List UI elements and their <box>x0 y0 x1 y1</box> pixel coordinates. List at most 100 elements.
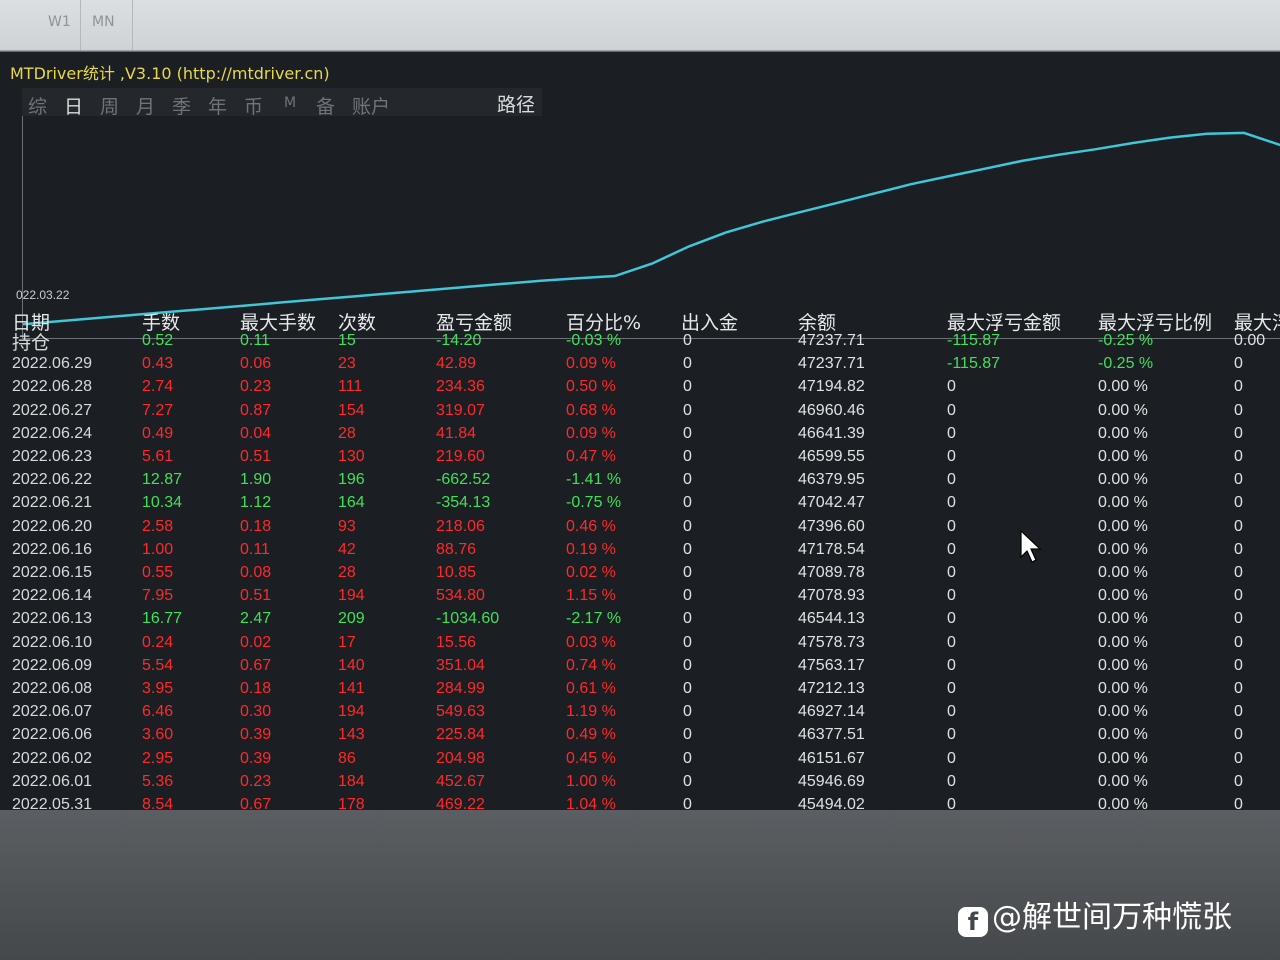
cell-max-dd-pct: 0.00 % <box>1098 796 1148 810</box>
toolbar-divider <box>132 0 133 50</box>
cell-last: 0 <box>1234 471 1243 489</box>
cell-date: 2022.06.13 <box>12 610 93 628</box>
cell-date: 2022.05.31 <box>12 796 93 810</box>
tab-summary[interactable]: 综 <box>28 92 47 119</box>
cell-pnl: -662.52 <box>436 471 491 489</box>
cell-balance: 46377.51 <box>798 726 865 744</box>
cell-max-dd: 0 <box>947 424 956 442</box>
cell-pnl: 15.56 <box>436 633 477 651</box>
cell-pct: 0.45 % <box>566 749 616 767</box>
cell-last: 0 <box>1234 355 1243 373</box>
tab-path[interactable]: 路径 <box>497 90 535 117</box>
cell-io: 0 <box>683 796 692 810</box>
cell-max-lots: 0.08 <box>240 564 272 581</box>
col-max-lots: 最大手数 <box>240 312 317 334</box>
cell-date: 2022.06.09 <box>12 656 93 674</box>
cell-io: 0 <box>683 703 692 721</box>
cell-pnl: -354.13 <box>436 494 491 512</box>
cell-io: 0 <box>683 656 692 674</box>
table-row: 2022.06.06 3.60 0.39 143 225.84 0.49 % 0 46377.… <box>0 726 1280 749</box>
cell-count: 17 <box>338 633 356 651</box>
cell-last: 0 <box>1234 517 1243 535</box>
cell-lots: 5.54 <box>142 656 174 674</box>
cell-count: 143 <box>338 726 365 744</box>
tab-month[interactable]: 月 <box>136 92 155 119</box>
cell-last: 0 <box>1234 796 1243 810</box>
cell-max-dd-pct: 0.00 % <box>1098 517 1148 535</box>
cell-max-dd-pct: 0.00 % <box>1098 564 1148 581</box>
tab-m[interactable]: M <box>284 95 296 111</box>
cell-date: 2022.06.10 <box>12 633 93 651</box>
cell-pnl: 534.80 <box>436 587 485 605</box>
cell-count: 15 <box>338 332 356 349</box>
cell-pnl: 41.84 <box>436 424 477 442</box>
tab-notes[interactable]: 备 <box>316 92 335 119</box>
cell-pct: -2.17 % <box>566 610 622 628</box>
table-row: 2022.06.28 2.74 0.23 111 234.36 0.50 % 0 47194.… <box>0 378 1280 401</box>
tab-quarter[interactable]: 季 <box>172 92 191 119</box>
col-pnl: 盈亏金额 <box>436 312 513 334</box>
cell-pnl: 319.07 <box>436 401 485 419</box>
tab-mn[interactable]: MN <box>92 14 115 30</box>
cell-lots: 0.49 <box>142 424 174 442</box>
cell-max-dd: 0 <box>947 517 956 535</box>
cell-max-dd-pct: -0.25 % <box>1098 355 1154 373</box>
cell-lots: 6.46 <box>142 703 174 721</box>
cell-max-dd: 0 <box>947 772 956 790</box>
col-max-drawdown: 最大浮亏金额 <box>947 312 1062 334</box>
cell-count: 164 <box>338 494 365 512</box>
cell-io: 0 <box>683 587 692 605</box>
cell-max-lots: 0.23 <box>240 378 272 396</box>
cell-max-dd: 0 <box>947 378 956 396</box>
cell-io: 0 <box>683 772 692 790</box>
cell-pnl: 88.76 <box>436 540 477 558</box>
cell-balance: 46927.14 <box>798 703 865 721</box>
cell-max-dd-pct: 0.00 % <box>1098 448 1148 465</box>
cell-max-dd-pct: 0.00 % <box>1098 610 1148 628</box>
cell-date: 持仓 <box>12 332 51 354</box>
cell-count: 28 <box>338 564 356 581</box>
cell-max-dd: 0 <box>947 633 956 651</box>
cell-max-lots: 0.67 <box>240 656 272 674</box>
tab-year[interactable]: 年 <box>208 92 227 119</box>
equity-line-chart <box>22 131 1280 326</box>
cell-date: 2022.06.29 <box>12 355 93 373</box>
cell-balance: 47089.78 <box>798 564 865 581</box>
tab-account[interactable]: 账户 <box>352 92 390 119</box>
tab-currency[interactable]: 币 <box>244 92 263 119</box>
cell-balance: 46544.13 <box>798 610 865 628</box>
cell-io: 0 <box>683 749 692 767</box>
table-row: 2022.06.14 7.95 0.51 194 534.80 1.15 % 0 47078.… <box>0 587 1280 610</box>
cell-balance: 46379.95 <box>798 471 865 489</box>
tab-w1[interactable]: W1 <box>48 14 71 30</box>
tab-week[interactable]: 周 <box>100 92 119 119</box>
cell-max-lots: 0.11 <box>240 332 270 349</box>
table-row: 2022.06.23 5.61 0.51 130 219.60 0.47 % 0 46599.… <box>0 448 1280 471</box>
cell-io: 0 <box>683 517 692 535</box>
cell-max-dd-pct: 0.00 % <box>1098 680 1148 697</box>
cell-max-lots: 0.30 <box>240 703 272 721</box>
cell-max-dd-pct: 0.00 % <box>1098 378 1148 396</box>
cell-max-lots: 0.11 <box>240 540 270 558</box>
cell-lots: 2.95 <box>142 749 174 767</box>
cell-max-dd-pct: 0.00 % <box>1098 471 1148 489</box>
cell-io: 0 <box>683 633 692 651</box>
cell-io: 0 <box>683 332 692 349</box>
cell-date: 2022.06.22 <box>12 471 93 489</box>
cell-io: 0 <box>683 540 692 558</box>
cell-last: 0 <box>1234 680 1243 697</box>
cell-max-lots: 0.87 <box>240 401 272 419</box>
tab-day[interactable]: 日 <box>64 92 83 119</box>
mouse-cursor-icon <box>1020 530 1042 563</box>
cell-pnl: -1034.60 <box>436 610 500 628</box>
cell-pnl: 452.67 <box>436 772 485 790</box>
cell-io: 0 <box>683 401 692 419</box>
table-row: 2022.06.29 0.43 0.06 23 42.89 0.09 % 0 47237.71… <box>0 355 1280 378</box>
cell-pct: 0.49 % <box>566 726 616 744</box>
cell-lots: 0.52 <box>142 332 174 349</box>
cell-max-dd: -115.87 <box>947 355 1001 373</box>
cell-lots: 0.55 <box>142 564 174 581</box>
cell-io: 0 <box>683 471 692 489</box>
cell-last: 0 <box>1234 726 1243 744</box>
cell-last: 0 <box>1234 587 1243 605</box>
